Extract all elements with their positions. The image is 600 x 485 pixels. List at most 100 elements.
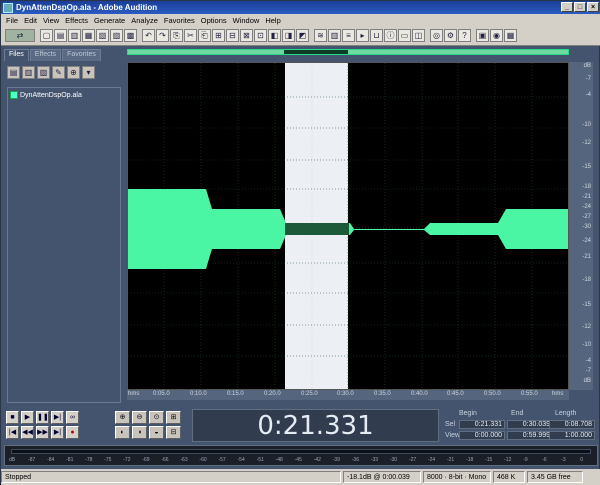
settings-icon[interactable]: ◉ (490, 29, 503, 42)
mix-paste-icon[interactable]: ⊞ (212, 29, 225, 42)
frequency-analysis-icon[interactable]: ◫ (412, 29, 425, 42)
copy-icon[interactable]: ⎘ (170, 29, 183, 42)
close-file-icon[interactable]: ▨ (37, 66, 50, 79)
db-tick: -7 (585, 76, 591, 82)
menu-favorites[interactable]: Favorites (161, 16, 198, 25)
sel-begin-field[interactable]: 0:21.331 (459, 420, 505, 429)
menu-options[interactable]: Options (198, 16, 230, 25)
tab-favorites[interactable]: Favorites (62, 49, 101, 61)
open-file-icon[interactable]: ▤ (7, 66, 20, 79)
save-all-icon[interactable]: ▧ (96, 29, 109, 42)
insert-multitrack-icon[interactable]: ⊕ (67, 66, 80, 79)
zoom-right-icon[interactable]: ◒ (149, 426, 164, 439)
time-ruler[interactable]: hms 0:05.0 0:10.0 0:15.0 0:20.0 0:25.0 0… (127, 390, 569, 400)
zoom-in-horizontal-icon[interactable]: ⊕ (115, 411, 130, 424)
rewind-button[interactable]: ◀◀ (21, 426, 34, 439)
menu-help[interactable]: Help (262, 16, 283, 25)
view-begin-field[interactable]: 0:00.000 (459, 431, 505, 440)
window-title: DynAttenDspOp.ala - Adobe Audition (16, 3, 158, 12)
new-icon[interactable]: ▢ (40, 29, 53, 42)
zoom-out-horizontal-icon[interactable]: ⊖ (132, 411, 147, 424)
overview-bar[interactable] (127, 49, 569, 55)
zoom-out-full-icon[interactable]: ⊙ (149, 411, 164, 424)
batch-icon[interactable]: ⚙ (444, 29, 457, 42)
level-meter-tick: -45 (294, 457, 302, 463)
cut-icon[interactable]: ✂ (184, 29, 197, 42)
menu-generate[interactable]: Generate (91, 16, 128, 25)
file-options-icon[interactable]: ▾ (82, 66, 95, 79)
go-to-end-button[interactable]: ▶| (51, 426, 64, 439)
delete-icon[interactable]: ⊠ (240, 29, 253, 42)
help-icon[interactable]: ? (458, 29, 471, 42)
time-tick: 0:35.0 (374, 391, 391, 397)
tab-effects[interactable]: Effects (29, 49, 62, 61)
time-tick: 0:20.0 (264, 391, 281, 397)
level-meter-tick: -66 (161, 457, 169, 463)
paste-icon[interactable]: ⎗ (198, 29, 211, 42)
import-file-icon[interactable]: ▥ (22, 66, 35, 79)
palette-icon[interactable]: ▣ (476, 29, 489, 42)
view-end-field[interactable]: 0:59.999 (507, 431, 553, 440)
list-item[interactable]: DynAttenDspOp.ala (8, 88, 120, 102)
loop-button[interactable]: ∞ (66, 411, 79, 424)
effects-icon[interactable]: ⊡ (254, 29, 267, 42)
info-icon[interactable]: ⓘ (384, 29, 397, 42)
status-size: 468 K (493, 471, 525, 483)
sel-length-field[interactable]: 0:08.708 (549, 420, 595, 429)
properties-icon[interactable]: ▭ (398, 29, 411, 42)
menu-effects[interactable]: Effects (62, 16, 91, 25)
time-tick: 0:55.0 (521, 391, 538, 397)
zoom-in-vertical-icon[interactable]: ⊞ (166, 411, 181, 424)
close-button[interactable]: × (587, 2, 599, 12)
level-meter-tick: -63 (180, 457, 188, 463)
region-icon[interactable]: ⊔ (370, 29, 383, 42)
snap-icon[interactable]: ◩ (296, 29, 309, 42)
waveform-display[interactable] (127, 62, 569, 390)
edit-file-icon[interactable]: ✎ (52, 66, 65, 79)
level-meter-tick: -9 (523, 457, 528, 463)
play-button[interactable]: ▶ (21, 411, 34, 424)
open-append-icon[interactable]: ▥ (68, 29, 81, 42)
save-icon[interactable]: ▦ (82, 29, 95, 42)
video-icon[interactable]: ▦ (504, 29, 517, 42)
play-to-end-button[interactable]: ▶| (51, 411, 64, 424)
stop-button[interactable]: ■ (6, 411, 19, 424)
close-file-icon[interactable]: ▨ (110, 29, 123, 42)
crossfade-icon[interactable]: ◧ (268, 29, 281, 42)
pause-button[interactable]: ❚❚ (36, 411, 49, 424)
zoom-to-selection-icon[interactable]: ◐ (115, 426, 130, 439)
tab-files[interactable]: Files (4, 49, 29, 61)
menu-analyze[interactable]: Analyze (128, 16, 161, 25)
zoom-left-icon[interactable]: ◑ (132, 426, 147, 439)
menu-file[interactable]: File (3, 16, 21, 25)
sel-end-field[interactable]: 0:30.039 (507, 420, 553, 429)
view-length-field[interactable]: 1:00.000 (549, 431, 595, 440)
level-meter-tick: -15 (485, 457, 493, 463)
multitrack-toggle-button[interactable]: ⇄ (5, 29, 35, 42)
cue-list-icon[interactable]: ≡ (342, 29, 355, 42)
maximize-button[interactable]: □ (574, 2, 586, 12)
record-button[interactable]: ● (66, 426, 79, 439)
open-icon[interactable]: ▤ (54, 29, 67, 42)
undo-icon[interactable]: ↶ (142, 29, 155, 42)
import-icon[interactable]: ▩ (124, 29, 137, 42)
spectral-view-icon[interactable]: ▥ (328, 29, 341, 42)
marker-icon[interactable]: ▸ (356, 29, 369, 42)
menu-view[interactable]: View (40, 16, 62, 25)
fast-forward-button[interactable]: ▶▶ (36, 426, 49, 439)
waveform-view-icon[interactable]: ≋ (314, 29, 327, 42)
transport-controls: ■ ▶ ❚❚ ▶| ∞ |◀ ◀◀ ▶▶ ▶| ● (4, 409, 112, 441)
zoom-out-vertical-icon[interactable]: ⊟ (166, 426, 181, 439)
menu-edit[interactable]: Edit (21, 16, 40, 25)
cd-icon[interactable]: ◎ (430, 29, 443, 42)
end-header: End (511, 410, 524, 417)
overview-view-range[interactable] (284, 50, 348, 54)
menu-window[interactable]: Window (230, 16, 263, 25)
go-to-start-button[interactable]: |◀ (6, 426, 19, 439)
level-meter-tick: -51 (256, 457, 264, 463)
minimize-button[interactable]: _ (561, 2, 573, 12)
loop-icon[interactable]: ◨ (282, 29, 295, 42)
redo-icon[interactable]: ↷ (156, 29, 169, 42)
level-meter-tick: -72 (123, 457, 131, 463)
trim-icon[interactable]: ⊟ (226, 29, 239, 42)
